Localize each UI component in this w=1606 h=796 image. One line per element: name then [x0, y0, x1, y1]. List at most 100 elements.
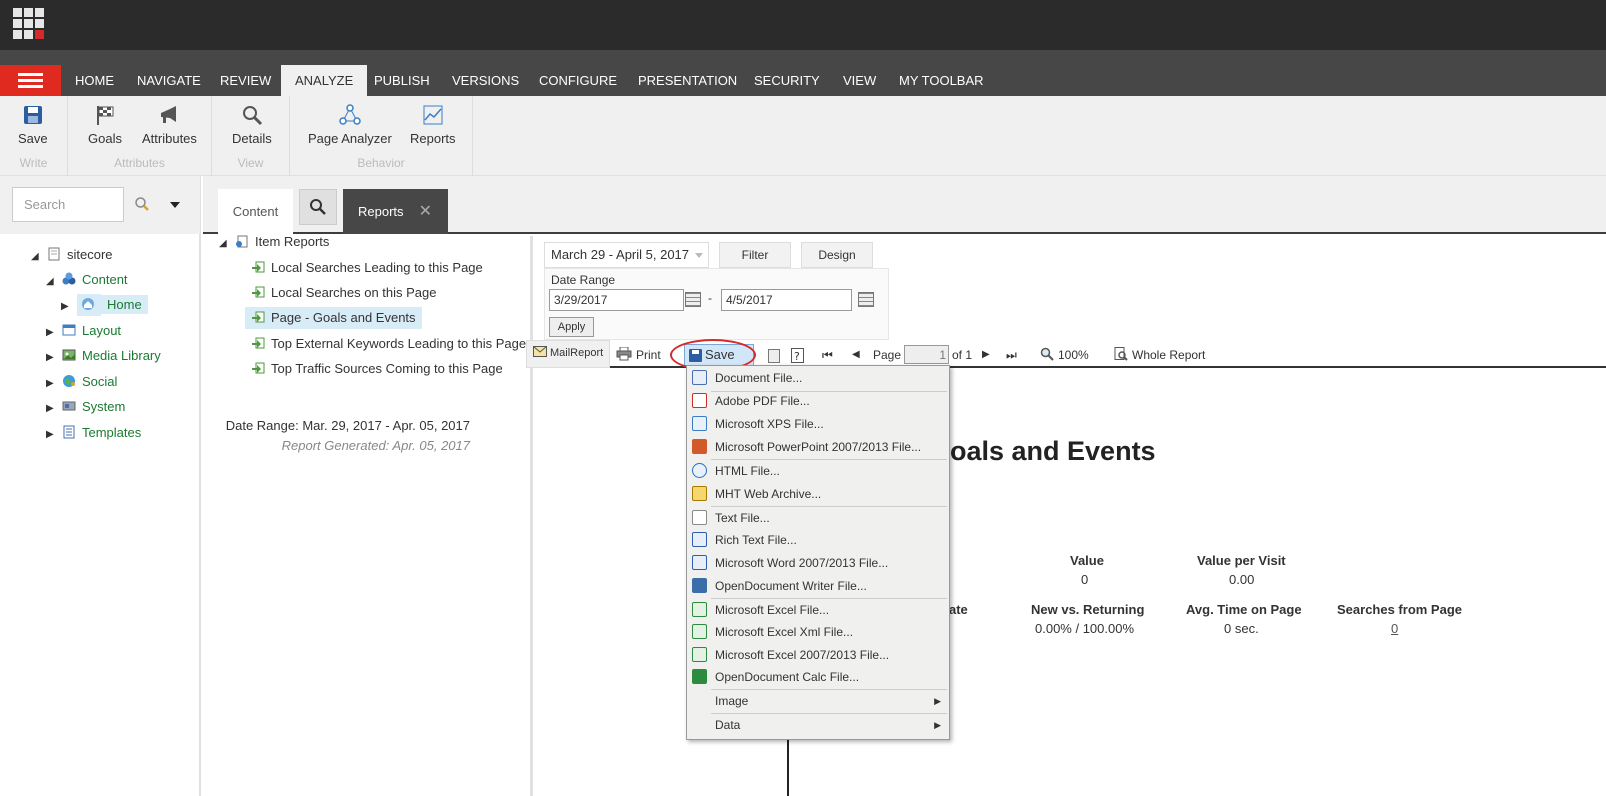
tab-search[interactable]: [299, 189, 337, 225]
tree-node-system[interactable]: ▶ System: [46, 396, 125, 418]
menu-item-xps-file[interactable]: Microsoft XPS File...: [687, 413, 949, 435]
date-range-dash: -: [708, 291, 712, 305]
ribbon-group-attributes: Goals Attributes Attributes: [68, 96, 212, 176]
filter-button[interactable]: Filter: [719, 242, 791, 268]
search-options-chevron-down-icon[interactable]: [170, 202, 180, 208]
close-icon[interactable]: ✕: [419, 189, 432, 234]
expand-arrow-icon[interactable]: ▶: [46, 424, 62, 446]
searches-from-page-link[interactable]: 0: [1391, 621, 1398, 636]
report-item[interactable]: Local Searches on this Page: [251, 282, 437, 304]
menu-item-opendocument-writer[interactable]: OpenDocument Writer File...: [687, 575, 949, 597]
tab-versions[interactable]: VERSIONS: [438, 65, 533, 96]
menu-item-image[interactable]: Image ▶: [687, 690, 949, 712]
menu-item-data[interactable]: Data ▶: [687, 714, 949, 736]
save-ribbon-button[interactable]: Save: [18, 104, 48, 146]
tab-security[interactable]: SECURITY: [740, 65, 834, 96]
report-item-label: Top Traffic Sources Coming to this Page: [271, 361, 503, 376]
report-item[interactable]: Top External Keywords Leading to this Pa…: [251, 333, 526, 355]
design-button[interactable]: Design: [801, 242, 873, 268]
tree-node-social[interactable]: ▶ Social: [46, 371, 117, 393]
collapse-arrow-icon[interactable]: ◢: [31, 246, 47, 268]
reports-ribbon-button[interactable]: Reports: [410, 104, 456, 146]
page-analyzer-button[interactable]: Page Analyzer: [308, 104, 392, 146]
from-date-input[interactable]: [549, 289, 684, 311]
search-input[interactable]: [12, 187, 124, 222]
expand-arrow-icon[interactable]: ▶: [46, 322, 62, 344]
tree-node-sitecore[interactable]: ◢ sitecore: [31, 244, 113, 266]
menu-item-html-file[interactable]: HTML File...: [687, 460, 949, 482]
tab-presentation[interactable]: PRESENTATION: [624, 65, 751, 96]
tab-review[interactable]: REVIEW: [206, 65, 285, 96]
menu-item-rich-text-file[interactable]: Rich Text File...: [687, 529, 949, 551]
collapse-arrow-icon[interactable]: ◢: [46, 271, 62, 293]
print-button[interactable]: Print: [616, 343, 661, 367]
magnifier-icon: [1040, 347, 1054, 361]
tab-publish[interactable]: PUBLISH: [360, 65, 444, 96]
menu-item-word-file[interactable]: Microsoft Word 2007/2013 File...: [687, 552, 949, 574]
chevron-down-icon: [695, 253, 703, 258]
calendar-icon[interactable]: [858, 292, 874, 307]
first-page-icon[interactable]: ⏮: [822, 343, 833, 367]
reports-root-label: Item Reports: [255, 234, 330, 249]
search-icon[interactable]: [134, 196, 150, 215]
tab-content[interactable]: Content: [218, 189, 293, 234]
expand-arrow-icon[interactable]: ▶: [61, 296, 77, 318]
menu-item-text-file[interactable]: Text File...: [687, 507, 949, 529]
next-page-icon[interactable]: ▶: [982, 343, 990, 367]
tree-node-home[interactable]: ▶ Home: [61, 294, 148, 316]
date-range-select[interactable]: March 29 - April 5, 2017: [544, 242, 709, 268]
metric-header: ate: [949, 602, 968, 617]
menu-item-label: HTML File...: [715, 464, 780, 478]
menu-item-excel-file[interactable]: Microsoft Excel File...: [687, 599, 949, 621]
goals-button[interactable]: Goals: [88, 104, 122, 146]
tree-label: Content: [82, 272, 128, 287]
tree-node-media-library[interactable]: ▶ Media Library: [46, 345, 161, 367]
report-item[interactable]: Local Searches Leading to this Page: [251, 257, 483, 279]
zoom-button[interactable]: 100%: [1040, 343, 1089, 367]
report-item-selected[interactable]: Page - Goals and Events: [245, 307, 422, 329]
page-number-input[interactable]: [904, 345, 949, 364]
metric-value: 0.00% / 100.00%: [1035, 621, 1135, 636]
reports-tree-root[interactable]: ◢ Item Reports: [219, 231, 329, 253]
tab-navigate[interactable]: NAVIGATE: [123, 65, 215, 96]
hamburger-menu-icon[interactable]: [0, 65, 61, 96]
menu-item-excel-xml-file[interactable]: Microsoft Excel Xml File...: [687, 621, 949, 643]
details-button[interactable]: Details: [232, 104, 272, 146]
last-page-icon[interactable]: ⏭: [1006, 343, 1017, 367]
menu-item-excel-2007-file[interactable]: Microsoft Excel 2007/2013 File...: [687, 644, 949, 666]
calendar-icon[interactable]: [685, 292, 701, 307]
tree-node-templates[interactable]: ▶ Templates: [46, 422, 141, 444]
tab-home[interactable]: HOME: [61, 65, 128, 96]
ribbon-group-label-write: Write: [19, 156, 48, 170]
previous-page-icon[interactable]: ◀: [852, 343, 860, 367]
collapse-arrow-icon[interactable]: ◢: [219, 233, 235, 255]
tree-node-content[interactable]: ◢ Content: [46, 269, 128, 291]
menu-item-powerpoint-file[interactable]: Microsoft PowerPoint 2007/2013 File...: [687, 436, 949, 458]
to-date-input[interactable]: [721, 289, 852, 311]
expand-arrow-icon[interactable]: ▶: [46, 373, 62, 395]
tab-my-toolbar[interactable]: MY TOOLBAR: [885, 65, 998, 96]
app-launcher-icon[interactable]: [13, 8, 45, 40]
tree-node-layout[interactable]: ▶ Layout: [46, 320, 121, 342]
tab-analyze[interactable]: ANALYZE: [281, 65, 368, 96]
line-chart-icon: [423, 105, 443, 125]
apply-button[interactable]: Apply: [549, 317, 594, 337]
menu-item-document-file[interactable]: Document File...: [687, 367, 949, 389]
save-button[interactable]: Save: [684, 344, 754, 366]
attributes-button[interactable]: Attributes: [142, 104, 197, 146]
tab-reports[interactable]: Reports ✕: [343, 189, 448, 234]
menu-item-mht-archive[interactable]: MHT Web Archive...: [687, 483, 949, 505]
whole-report-button[interactable]: Whole Report: [1114, 343, 1205, 367]
metric-header: Searches from Page: [1337, 602, 1463, 617]
menu-item-opendocument-calc[interactable]: OpenDocument Calc File...: [687, 666, 949, 688]
report-item[interactable]: Top Traffic Sources Coming to this Page: [251, 358, 503, 380]
tab-configure[interactable]: CONFIGURE: [525, 65, 631, 96]
mailreport-button[interactable]: MailReport: [526, 340, 610, 368]
expand-arrow-icon[interactable]: ▶: [46, 347, 62, 369]
tree-label: System: [82, 399, 126, 414]
menu-item-pdf-file[interactable]: Adobe PDF File...: [687, 390, 949, 412]
tab-view[interactable]: VIEW: [829, 65, 890, 96]
expand-arrow-icon[interactable]: ▶: [46, 398, 62, 420]
home-icon: [82, 298, 94, 310]
report-generated: Report Generated: Apr. 05, 2017: [281, 438, 470, 453]
